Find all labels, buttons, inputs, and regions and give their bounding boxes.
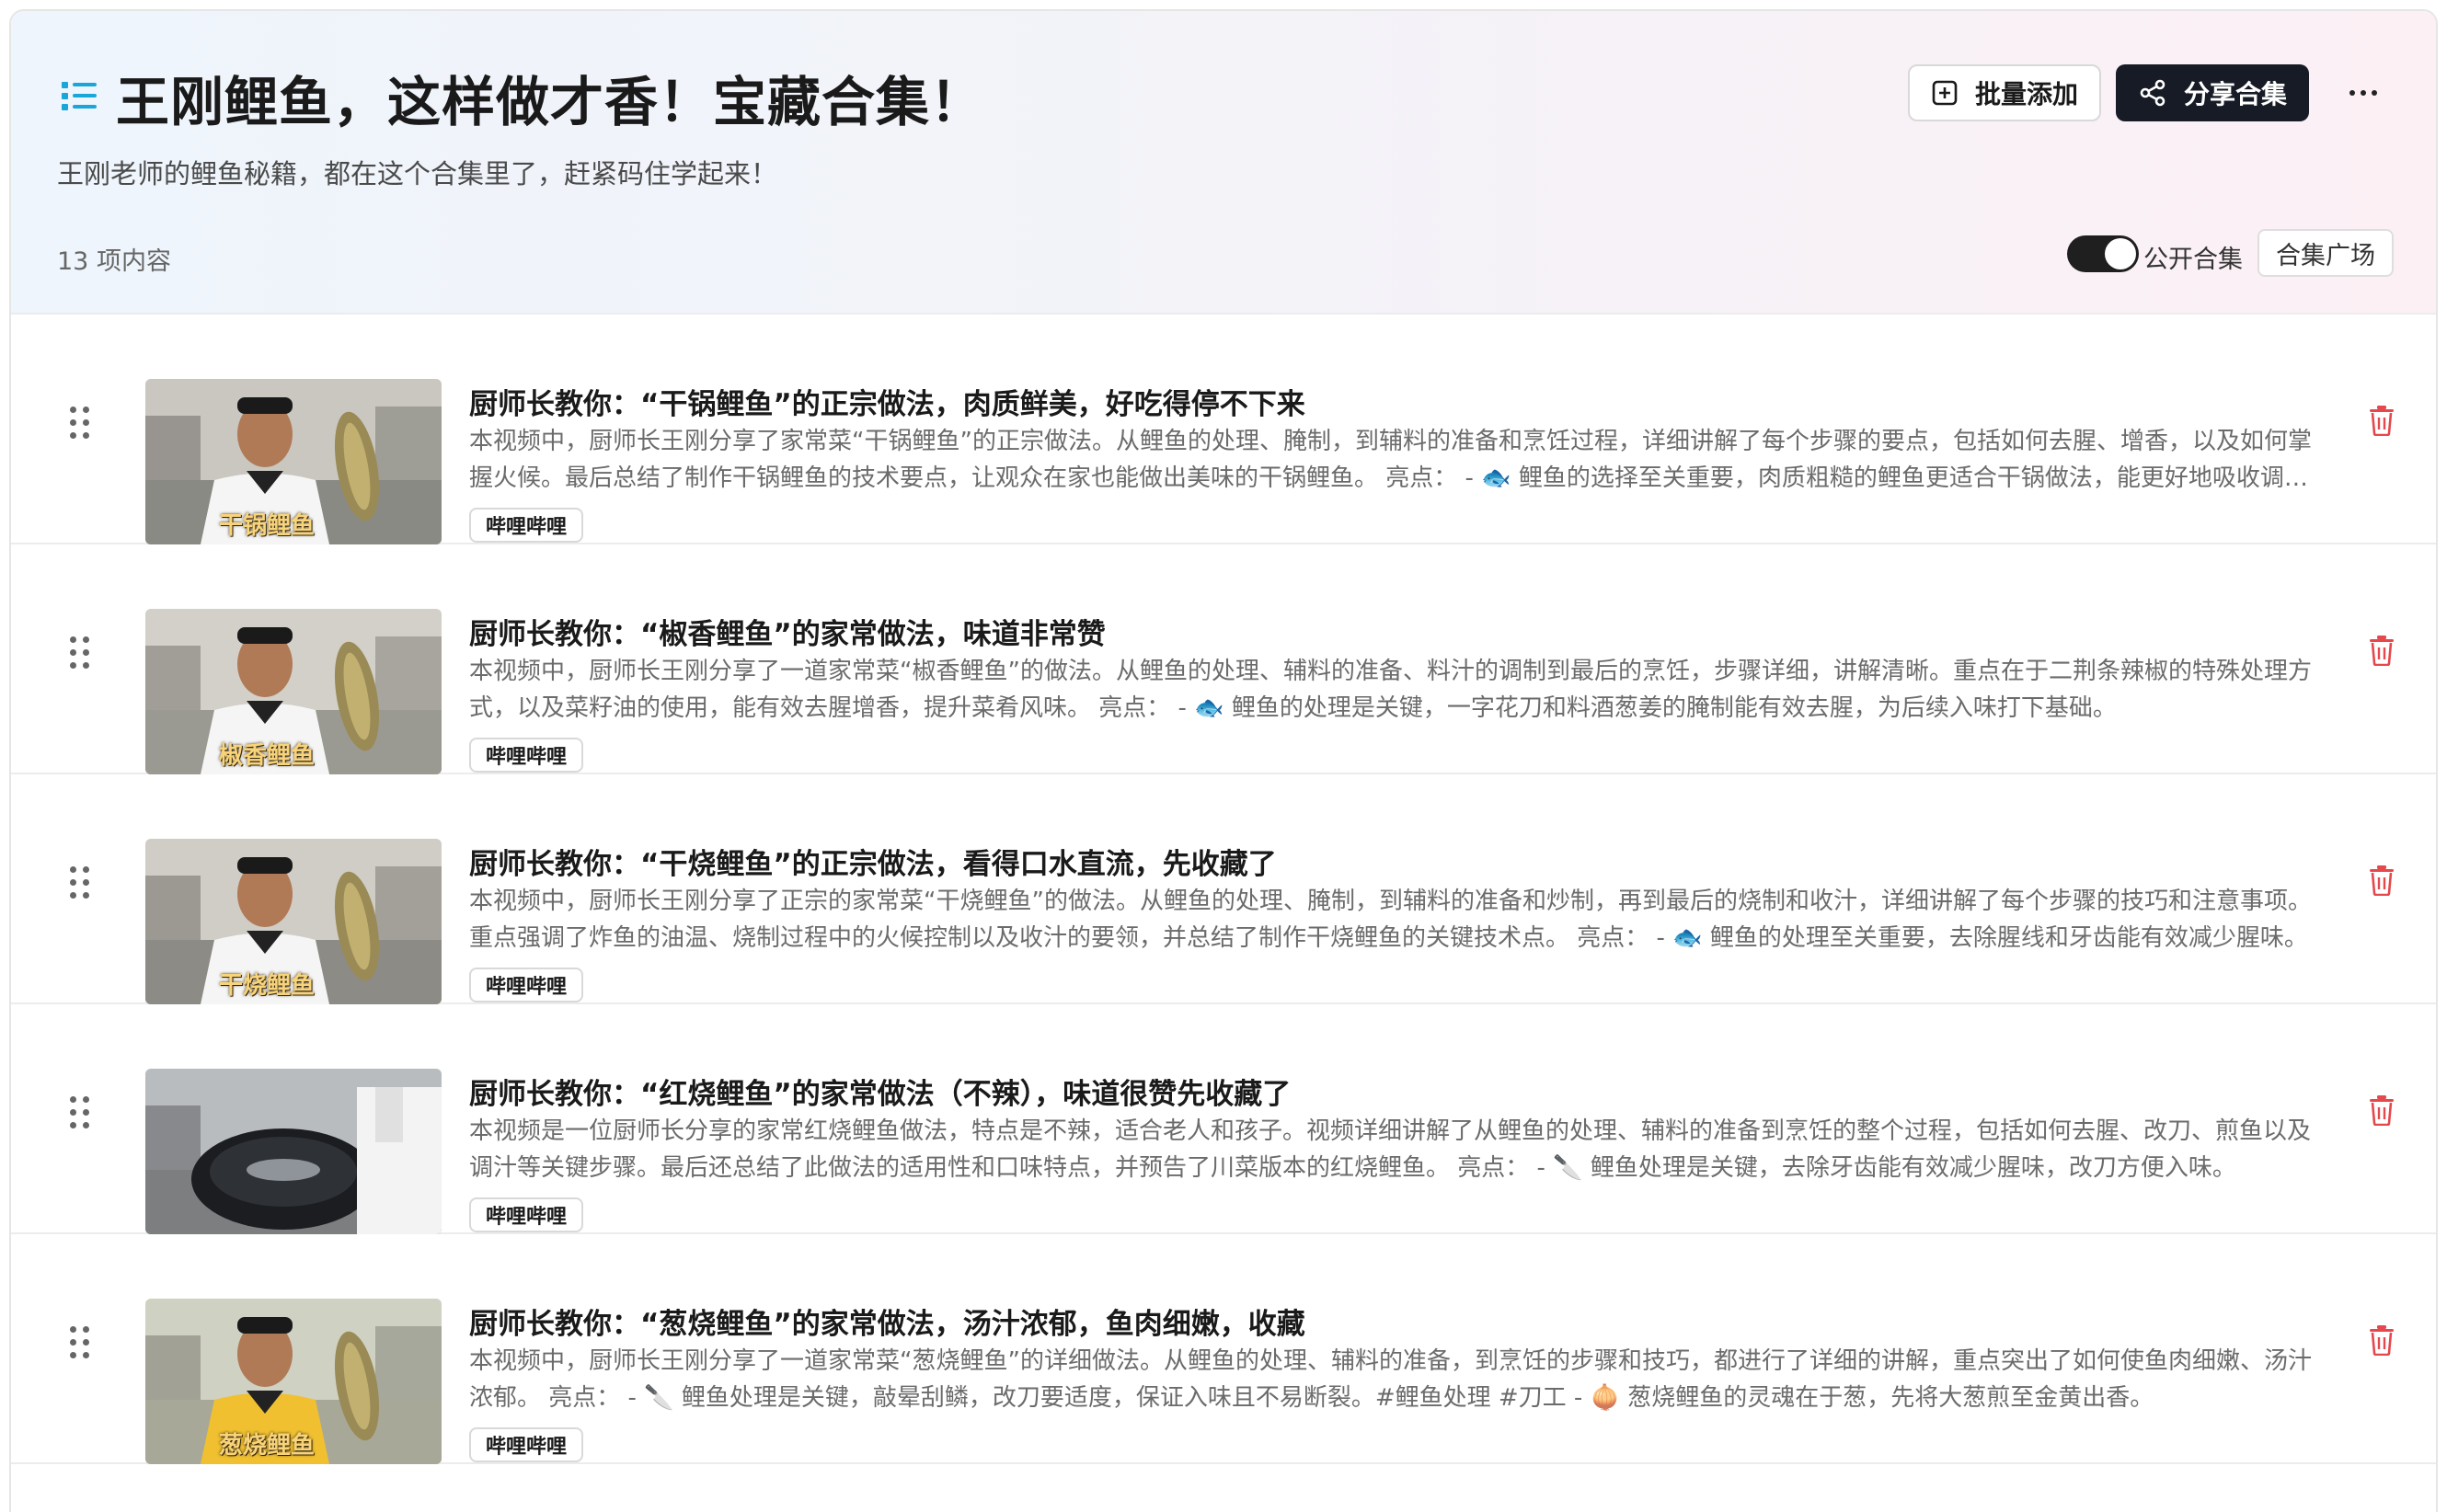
item-description: 本视频中，厨师长王刚分享了一道家常菜“椒香鲤鱼”的做法。从鲤鱼的处理、辅料的准备… — [469, 658, 2312, 722]
item-count: 13 项内容 — [57, 247, 171, 276]
thumbnail-caption: 干锅鲤鱼 — [219, 512, 316, 540]
list-item: 椒香鲤鱼 厨师长教你：“椒香鲤鱼”的家常做法，味道非常赞本视频中，厨师长王刚分享了… — [11, 544, 2436, 774]
item-description: 本视频是一位厨师长分享的家常红烧鲤鱼做法，特点是不辣，适合老人和孩子。视频详细讲… — [469, 1117, 2312, 1182]
delete-icon[interactable] — [2368, 1324, 2395, 1357]
item-title[interactable]: 厨师长教你：“葱烧鲤鱼”的家常做法，汤汁浓郁，鱼肉细嫩，收藏 — [469, 1300, 1305, 1342]
trash-icon — [2370, 1095, 2394, 1127]
list-item: 干锅鲤鱼 厨师长教你：“干锅鲤鱼”的正宗做法，肉质鲜美，好吃得停不下来本视频中，厨… — [11, 315, 2436, 544]
list-item: 厨师长教你：“红烧鲤鱼”的家常做法（不辣），味道很赞先收藏了本视频是一位厨师长分… — [11, 1004, 2436, 1234]
item-description: 本视频中，厨师长王刚分享了正宗的家常菜“干烧鲤鱼”的做法。从鲤鱼的处理、腌制，到… — [469, 888, 2312, 952]
video-thumbnail[interactable]: 椒香鲤鱼 — [145, 609, 442, 774]
share-icon — [2140, 79, 2166, 107]
more-dot — [2361, 90, 2366, 96]
delete-icon[interactable] — [2368, 865, 2395, 897]
list-item: 葱烧鲤鱼 厨师长教你：“葱烧鲤鱼”的家常做法，汤汁浓郁，鱼肉细嫩，收藏本视频中，厨… — [11, 1234, 2436, 1464]
thumbnail-caption: 葱烧鲤鱼 — [219, 1432, 316, 1460]
delete-icon[interactable] — [2368, 1094, 2395, 1127]
trash-icon — [2370, 1325, 2394, 1357]
collection-plaza-button[interactable]: 合集广场 — [2257, 229, 2394, 277]
video-thumbnail[interactable] — [145, 1069, 442, 1234]
video-thumbnail[interactable]: 干锅鲤鱼 — [145, 379, 442, 544]
drag-handle-icon[interactable] — [70, 1096, 92, 1129]
batch-add-label: 批量添加 — [1974, 79, 2078, 109]
collection-title: 王刚鲤鱼，这样做才香！宝藏合集！ — [116, 71, 985, 133]
item-title[interactable]: 厨师长教你：“干锅鲤鱼”的正宗做法，肉质鲜美，好吃得停不下来 — [469, 381, 1305, 422]
trash-icon — [2370, 406, 2394, 437]
list-icon — [62, 82, 97, 110]
video-thumbnail[interactable]: 葱烧鲤鱼 — [145, 1299, 442, 1464]
item-description: 本视频中，厨师长王刚分享了家常菜“干锅鲤鱼”的正宗做法。从鲤鱼的处理、腌制，到辅… — [469, 428, 2312, 492]
toggle-knob — [2105, 238, 2136, 269]
source-tag[interactable]: 哔哩哔哩 — [469, 1427, 584, 1462]
share-label: 分享合集 — [2183, 79, 2287, 109]
video-thumbnail[interactable]: 干烧鲤鱼 — [145, 839, 442, 1004]
trash-icon — [2370, 865, 2394, 897]
item-description: 本视频中，厨师长王刚分享了一道家常菜“葱烧鲤鱼”的详细做法。从鲤鱼的处理、辅料的… — [469, 1347, 2312, 1412]
source-tag[interactable]: 哔哩哔哩 — [469, 1197, 584, 1232]
drag-handle-icon[interactable] — [70, 407, 92, 440]
list-item: 干烧鲤鱼 厨师长教你：“干烧鲤鱼”的正宗做法，看得口水直流，先收藏了本视频中，厨师… — [11, 774, 2436, 1004]
collection-header: 王刚鲤鱼，这样做才香！宝藏合集！ 王刚老师的鲤鱼秘籍，都在这个合集里了，赶紧码住… — [11, 11, 2436, 315]
plus-square-icon — [1932, 80, 1958, 106]
batch-add-button[interactable]: 批量添加 — [1908, 64, 2101, 121]
item-title[interactable]: 厨师长教你：“椒香鲤鱼”的家常做法，味道非常赞 — [469, 611, 1106, 652]
item-title[interactable]: 厨师长教你：“干烧鲤鱼”的正宗做法，看得口水直流，先收藏了 — [469, 841, 1277, 882]
drag-handle-icon[interactable] — [70, 636, 92, 670]
source-tag[interactable]: 哔哩哔哩 — [469, 508, 584, 543]
source-tag[interactable]: 哔哩哔哩 — [469, 968, 584, 1002]
public-label: 公开合集 — [2143, 246, 2243, 274]
delete-icon[interactable] — [2368, 405, 2395, 437]
source-tag[interactable]: 哔哩哔哩 — [469, 738, 584, 773]
drag-handle-icon[interactable] — [70, 866, 92, 899]
more-dots-icon — [2349, 90, 2355, 96]
item-title[interactable]: 厨师长教你：“红烧鲤鱼”的家常做法（不辣），味道很赞先收藏了 — [469, 1071, 1291, 1112]
drag-handle-icon[interactable] — [70, 1326, 92, 1359]
trash-icon — [2370, 636, 2394, 667]
delete-icon[interactable] — [2368, 635, 2395, 667]
more-dot — [2372, 90, 2377, 96]
collection-card: 王刚鲤鱼，这样做才香！宝藏合集！ 王刚老师的鲤鱼秘籍，都在这个合集里了，赶紧码住… — [9, 9, 2438, 1512]
thumbnail-caption: 干烧鲤鱼 — [219, 972, 316, 1000]
thumbnail-caption: 椒香鲤鱼 — [219, 742, 316, 770]
collection-subtitle: 王刚老师的鲤鱼秘籍，都在这个合集里了，赶紧码住学起来！ — [57, 158, 778, 189]
share-collection-button[interactable]: 分享合集 — [2116, 64, 2309, 121]
more-options-button[interactable] — [2338, 70, 2388, 116]
public-toggle[interactable] — [2067, 235, 2139, 272]
